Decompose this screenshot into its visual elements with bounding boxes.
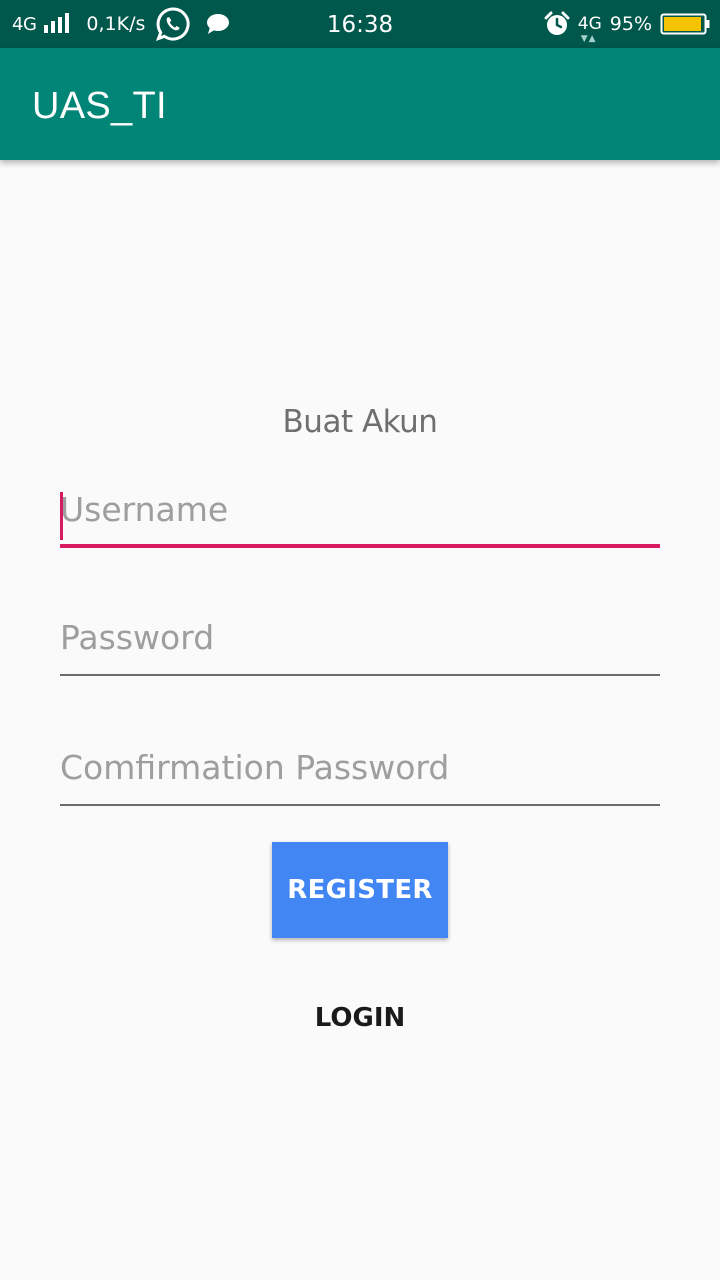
network-type-right-label: 4G [577,13,602,34]
confirm-password-field[interactable] [60,736,660,806]
password-field[interactable] [60,606,660,676]
status-bar: 4G 0,1K/s 16:38 4G ▼▲ 95% [0,0,720,48]
username-underline [60,544,660,548]
form-title: Buat Akun [282,404,438,440]
app-bar: UAS_TI [0,48,720,160]
battery-level-fill [664,17,701,31]
username-input[interactable] [60,478,660,540]
app-title: UAS_TI [32,85,167,127]
confirm-password-underline [60,804,660,806]
battery-percent-label: 95% [609,13,652,35]
password-underline [60,674,660,676]
register-button[interactable]: REGISTER [272,842,448,938]
status-right-group: 4G ▼▲ 95% [544,0,710,48]
alarm-icon [544,11,570,35]
battery-icon [660,13,710,35]
login-button[interactable]: LOGIN [280,988,440,1048]
confirm-password-input[interactable] [60,736,660,798]
data-activity-icon: ▼▲ [580,33,597,44]
network-type-right: 4G ▼▲ [577,13,602,43]
password-input[interactable] [60,606,660,668]
username-field[interactable] [60,478,660,548]
text-cursor [60,492,63,540]
